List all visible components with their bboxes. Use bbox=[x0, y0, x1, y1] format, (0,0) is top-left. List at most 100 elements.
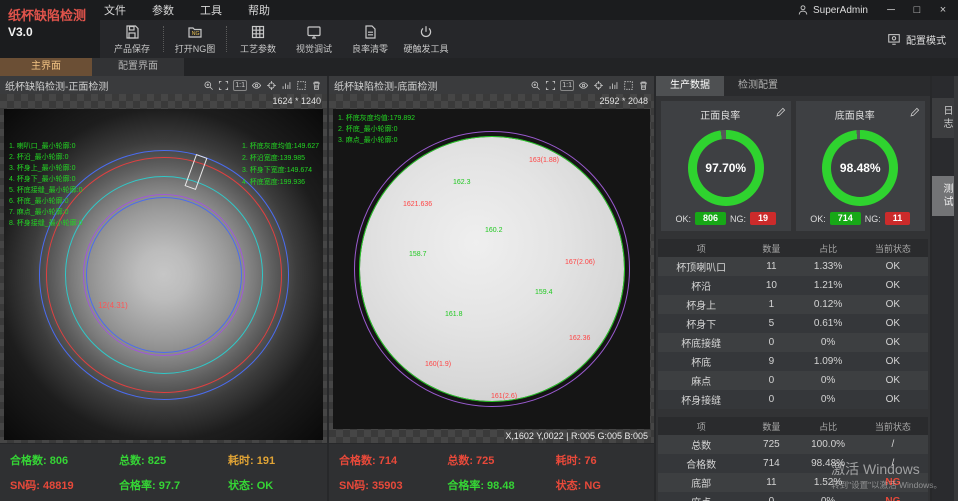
config-mode-button[interactable]: 配置模式 bbox=[887, 32, 946, 47]
region-select-icon[interactable] bbox=[296, 80, 307, 91]
process-params-button[interactable]: 工艺参数 bbox=[230, 24, 286, 55]
bottom-yield-percent: 98.48% bbox=[840, 161, 881, 175]
front-yield-percent: 97.70% bbox=[705, 161, 746, 175]
front-total-count: 总数: 825 bbox=[109, 452, 218, 468]
cursor-coordinates: X,1602 Y,0022 | R:005 G:005 B:005 bbox=[505, 431, 648, 441]
menu-help[interactable]: 帮助 bbox=[248, 2, 270, 18]
bottom-elapsed-time: 耗时: 76 bbox=[546, 452, 654, 468]
defect-table-header: 项 数量 占比 当前状态 bbox=[658, 239, 928, 257]
menu-params[interactable]: 参数 bbox=[152, 2, 174, 18]
bottom-yield-donut-wrap: 98.48% bbox=[801, 123, 921, 212]
titlebar-right: SuperAdmin ─ □ × bbox=[797, 0, 958, 20]
bottom-stats-row2: SN码: 35903 合格率: 98.48 状态: NG bbox=[329, 477, 654, 493]
zoom-icon[interactable] bbox=[530, 80, 541, 91]
menu-file[interactable]: 文件 bbox=[104, 2, 126, 18]
front-stats-row2: SN码: 48819 合格率: 97.7 状态: OK bbox=[0, 477, 327, 493]
user-account[interactable]: SuperAdmin bbox=[797, 4, 868, 16]
summary-table: 项 数量 占比 当前状态 总数725100.0%/ 合格数71498.48%/ … bbox=[658, 417, 928, 501]
save-product-button[interactable]: 产品保存 bbox=[104, 24, 160, 55]
bottom-yield-card: 底面良率 98.48% OK: 714 NG: 11 bbox=[796, 101, 926, 231]
col-status: 当前状态 bbox=[858, 239, 928, 257]
table-row: 麻点00%NG bbox=[658, 492, 928, 501]
process-params-label: 工艺参数 bbox=[240, 42, 276, 55]
front-yield-card: 正面良率 97.70% OK: 806 NG: 19 bbox=[661, 101, 791, 231]
region-select-icon[interactable] bbox=[623, 80, 634, 91]
front-camera-panel: 纸杯缺陷检测-正面检测 1:1 1624 * 1240 bbox=[0, 76, 329, 501]
fit-screen-icon[interactable] bbox=[218, 80, 229, 91]
menu-tools[interactable]: 工具 bbox=[200, 2, 222, 18]
minimize-button[interactable]: ─ bbox=[878, 0, 904, 20]
tab-config-view[interactable]: 配置界面 bbox=[92, 58, 184, 76]
table-row: 杯身上10.12%OK bbox=[658, 295, 928, 314]
tab-production-data[interactable]: 生产数据 bbox=[656, 76, 724, 96]
title-bar: 文件 参数 工具 帮助 SuperAdmin ─ □ × bbox=[0, 0, 958, 20]
bottom-ok-ng: OK: 714 NG: 11 bbox=[801, 212, 921, 225]
measure-label: 162.3 bbox=[453, 179, 471, 187]
defect-table-wrap: 项 数量 占比 当前状态 杯顶喇叭口111.33%OK 杯沿101.21%OK … bbox=[656, 236, 930, 409]
toolbar-separator bbox=[163, 26, 164, 52]
front-camera-header: 纸杯缺陷检测-正面检测 1:1 bbox=[0, 76, 327, 94]
config-mode-icon bbox=[887, 32, 901, 46]
tab-detection-config[interactable]: 检测配置 bbox=[724, 76, 792, 96]
eye-icon[interactable] bbox=[251, 80, 262, 91]
vision-debug-button[interactable]: 视觉调试 bbox=[286, 24, 342, 55]
bottom-yield-donut: 98.48% bbox=[822, 130, 898, 206]
crosshair-icon[interactable] bbox=[266, 80, 277, 91]
col-ratio: 占比 bbox=[798, 239, 857, 257]
log-tab[interactable]: 日志 bbox=[932, 98, 954, 138]
save-product-label: 产品保存 bbox=[114, 42, 150, 55]
front-pass-rate: 合格率: 97.7 bbox=[109, 477, 218, 493]
eye-icon[interactable] bbox=[578, 80, 589, 91]
one-to-one-icon[interactable]: 1:1 bbox=[233, 80, 247, 91]
toolbar-separator bbox=[226, 26, 227, 52]
close-button[interactable]: × bbox=[930, 0, 956, 20]
table-row: 麻点00%OK bbox=[658, 371, 928, 390]
yield-reset-button[interactable]: 良率清零 bbox=[342, 24, 398, 55]
defect-label: 161(2.6) bbox=[491, 393, 517, 401]
front-camera-view[interactable]: 1624 * 1240 12(4.31) 1. 喇叭口_最小轮廓:0 2. 杯沿… bbox=[0, 94, 327, 443]
zoom-icon[interactable] bbox=[203, 80, 214, 91]
table-row: 底部111.52%NG bbox=[658, 473, 928, 492]
open-ng-image-label: 打开NG图 bbox=[175, 42, 216, 55]
front-sn-code: SN码: 48819 bbox=[0, 477, 109, 493]
bottom-pass-rate: 合格率: 98.48 bbox=[437, 477, 545, 493]
overlay-circle-inner-blue bbox=[86, 197, 242, 353]
fit-screen-icon[interactable] bbox=[545, 80, 556, 91]
maximize-button[interactable]: □ bbox=[904, 0, 930, 20]
bottom-camera-panel: 纸杯缺陷检测-底面检测 1:1 2592 * 2048 bbox=[329, 76, 656, 501]
defect-label: 1621.636 bbox=[403, 201, 432, 209]
histogram-icon[interactable] bbox=[281, 80, 292, 91]
view-tabs: 主界面 配置界面 bbox=[0, 58, 958, 76]
overlay-circle-green bbox=[359, 136, 625, 402]
ng-label: NG: bbox=[865, 214, 881, 224]
histogram-icon[interactable] bbox=[608, 80, 619, 91]
ok-count-badge: 806 bbox=[695, 212, 726, 225]
measure-label: 161.8 bbox=[445, 311, 463, 319]
bottom-camera-title: 纸杯缺陷检测-底面检测 bbox=[334, 78, 437, 93]
annotation: 2. 杯沿_最小轮廓:0 bbox=[9, 154, 83, 162]
delete-icon[interactable] bbox=[311, 80, 322, 91]
bottom-yield-title: 底面良率 bbox=[835, 107, 875, 122]
front-camera-title: 纸杯缺陷检测-正面检测 bbox=[5, 78, 108, 93]
annotation: 4. 杯身下_最小轮廓:0 bbox=[9, 176, 83, 184]
window-controls: ─ □ × bbox=[878, 0, 956, 20]
open-ng-image-button[interactable]: 打开NG图 bbox=[167, 24, 223, 55]
ng-count-badge: 11 bbox=[885, 212, 911, 225]
tab-main-view[interactable]: 主界面 bbox=[0, 58, 92, 76]
one-to-one-icon[interactable]: 1:1 bbox=[560, 80, 574, 91]
bottom-pass-count: 合格数: 714 bbox=[329, 452, 437, 468]
edit-icon[interactable] bbox=[909, 105, 920, 123]
bottom-camera-toolbar: 1:1 bbox=[530, 80, 649, 91]
annotation: 6. 杯底_最小轮廓:0 bbox=[9, 198, 83, 206]
yield-reset-label: 良率清零 bbox=[352, 42, 388, 55]
bottom-camera-header: 纸杯缺陷检测-底面检测 1:1 bbox=[329, 76, 654, 94]
edit-icon[interactable] bbox=[775, 105, 786, 123]
bottom-yield-header: 底面良率 bbox=[801, 105, 921, 123]
summary-table-wrap: 项 数量 占比 当前状态 总数725100.0%/ 合格数71498.48%/ … bbox=[656, 414, 930, 501]
delete-icon[interactable] bbox=[638, 80, 649, 91]
crosshair-icon[interactable] bbox=[593, 80, 604, 91]
hard-trigger-button[interactable]: 硬触发工具 bbox=[398, 24, 454, 55]
test-tab[interactable]: 测试 bbox=[932, 176, 954, 216]
bottom-camera-view[interactable]: 2592 * 2048 1. 杯底灰度均值:179.892 2. 杯底_最小轮廓… bbox=[329, 94, 654, 443]
folder-ng-icon bbox=[187, 24, 203, 40]
